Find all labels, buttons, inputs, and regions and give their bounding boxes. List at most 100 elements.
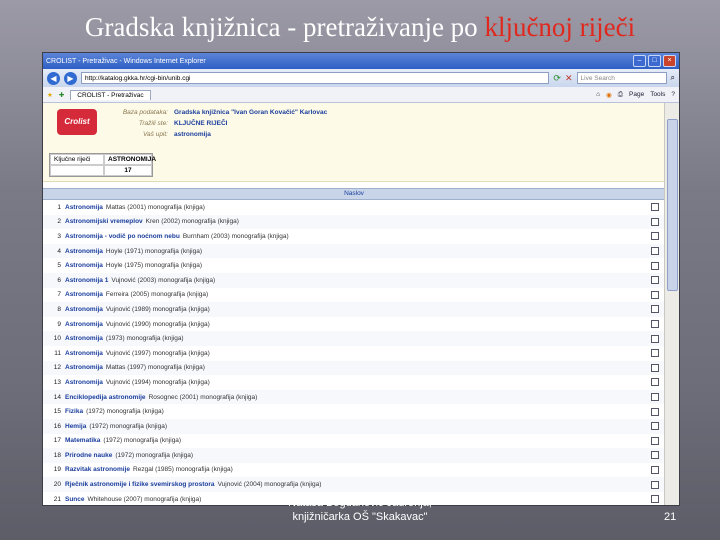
meta-row: Baza podataka: Gradska knjižnica "Ivan Go… (122, 109, 328, 116)
result-checkbox[interactable] (651, 320, 659, 329)
favorites-star-icon[interactable]: ★ (47, 91, 53, 99)
page-content: Crolist Baza podataka: Gradska knjižnica … (43, 103, 665, 505)
result-title-link[interactable]: Astronomija (65, 291, 103, 298)
result-title-link[interactable]: Astronomija (65, 262, 103, 269)
home-icon[interactable]: ⌂ (596, 91, 600, 99)
result-title-link[interactable]: Astronomija (65, 350, 103, 357)
result-number: 19 (53, 466, 61, 474)
result-number: 1 (57, 203, 61, 211)
vertical-scrollbar[interactable] (664, 103, 679, 505)
results-list: 1 Astronomija Mattas (2001) monografija (k… (43, 200, 665, 505)
result-row: 1 Astronomija Mattas (2001) monografija (k… (43, 200, 665, 215)
result-details: Burnham (2003) monografija (knjiga) (182, 232, 289, 240)
result-checkbox[interactable] (651, 203, 659, 212)
result-details: Hoyle (1971) monografija (knjiga) (105, 247, 203, 255)
result-number: 6 (57, 276, 61, 284)
result-checkbox[interactable] (651, 465, 659, 474)
result-checkbox[interactable] (651, 495, 659, 504)
result-title-link[interactable]: Astronomija (65, 364, 103, 371)
result-checkbox[interactable] (651, 393, 659, 402)
result-row: 17 Matematika (1972) monografija (knjiga) (43, 434, 665, 449)
browser-screenshot: CROLIST - Pretraživac - Windows Internet… (42, 52, 680, 506)
crolist-logo: Crolist (57, 109, 97, 135)
result-title-link[interactable]: Astronomija (65, 204, 103, 211)
result-details: Vujnović (1994) monografija (knjiga) (105, 378, 210, 386)
result-checkbox[interactable] (651, 261, 659, 270)
result-checkbox[interactable] (651, 407, 659, 416)
result-checkbox[interactable] (651, 422, 659, 431)
result-title-link[interactable]: Astronomija (65, 335, 103, 342)
result-checkbox[interactable] (651, 480, 659, 489)
footer-author: Nataša Bogdanović Jadronja, (288, 497, 432, 509)
result-details: (1972) monografija (knjiga) (115, 451, 194, 459)
result-title-link[interactable]: Rječnik astronomije i fizike svemirskog … (65, 481, 215, 488)
result-title-link[interactable]: Astronomijski vremeplov (65, 218, 143, 225)
result-details: (1972) monografija (knjiga) (103, 437, 182, 445)
result-row: 6 Astronomija 1 Vujnović (2003) monografij… (43, 272, 665, 288)
result-title-link[interactable]: Enciklopedija astronomije (65, 394, 146, 401)
window-titlebar: CROLIST - Pretraživac - Windows Internet… (43, 53, 679, 69)
result-details: Ferreira (2005) monografija (knjiga) (105, 291, 209, 299)
result-checkbox[interactable] (651, 247, 659, 256)
result-title-link[interactable]: Astronomija (65, 379, 103, 386)
result-checkbox[interactable] (651, 451, 659, 460)
result-details: Hoyle (1975) monografija (knjiga) (105, 262, 203, 270)
result-checkbox[interactable] (651, 305, 659, 314)
result-row: 19 Razvitak astronomije Rezgal (1985) mono… (43, 463, 665, 478)
result-number: 18 (53, 451, 61, 459)
result-row: 11 Astronomija Vujnović (1997) monografija… (43, 346, 665, 361)
result-number: 21 (53, 495, 61, 503)
result-checkbox[interactable] (651, 217, 659, 226)
scrollbar-thumb[interactable] (667, 119, 678, 291)
stop-icon[interactable]: ✕ (565, 73, 573, 84)
result-checkbox[interactable] (651, 276, 659, 285)
result-title-link[interactable]: Fizika (65, 408, 83, 415)
url-input[interactable]: http://katalog.gkka.hr/cgi-bin/unib.cgi (81, 72, 550, 84)
result-details: Vujnović (1997) monografija (knjiga) (105, 349, 210, 357)
refresh-icon[interactable]: ⟳ (553, 73, 561, 84)
tools-menu[interactable]: Tools (650, 91, 665, 99)
result-row: 8 Astronomija Vujnović (1989) monografija … (43, 302, 665, 317)
maximize-icon[interactable]: □ (648, 55, 661, 67)
result-number: 17 (53, 437, 61, 445)
forward-icon[interactable]: ▶ (64, 71, 77, 85)
result-row: 4 Astronomija Hoyle (1971) monografija (kn… (43, 243, 665, 259)
result-title-link[interactable]: Astronomija (65, 321, 103, 328)
result-checkbox[interactable] (651, 232, 659, 241)
result-title-link[interactable]: Astronomija - vodič po noćnom nebu (65, 233, 180, 240)
results-header: Naslov (43, 188, 665, 200)
feeds-icon[interactable]: ◉ (606, 91, 612, 99)
result-checkbox[interactable] (651, 334, 659, 343)
results-header-label[interactable]: Naslov (344, 190, 364, 197)
help-icon[interactable]: ? (671, 91, 675, 99)
minimize-icon[interactable]: – (633, 55, 646, 67)
result-title-link[interactable]: Sunce (65, 496, 85, 503)
result-title-link[interactable]: Hemija (65, 423, 86, 430)
result-title-link[interactable]: Prirodne nauke (65, 452, 112, 459)
add-favorite-icon[interactable]: ✚ (59, 91, 64, 99)
search-input[interactable]: Live Search (576, 72, 667, 84)
result-title-link[interactable]: Astronomija (65, 248, 103, 255)
result-number: 16 (53, 422, 61, 430)
result-checkbox[interactable] (651, 378, 659, 387)
print-icon[interactable]: ⎙ (618, 91, 623, 99)
page-number: 21 (664, 511, 677, 523)
page-menu[interactable]: Page (629, 91, 644, 99)
result-title-link[interactable]: Astronomija 1 (65, 277, 108, 284)
result-details: Mattas (2001) monografija (knjiga) (105, 203, 205, 211)
result-checkbox[interactable] (651, 363, 659, 372)
close-icon[interactable]: × (663, 55, 676, 67)
result-title-link[interactable]: Matematika (65, 437, 100, 444)
result-title-link[interactable]: Razvitak astronomije (65, 466, 130, 473)
tab-crolist[interactable]: CROLIST - Pretraživac (70, 89, 151, 100)
result-checkbox[interactable] (651, 436, 659, 445)
count-value: 17 (104, 165, 152, 176)
keyword-value: ASTRONOMIJA (104, 154, 156, 165)
slide-title-text: Gradska knjižnica - pretraživanje po (84, 12, 485, 42)
back-icon[interactable]: ◀ (47, 71, 60, 85)
result-title-link[interactable]: Astronomija (65, 306, 103, 313)
result-row: 13 Astronomija Vujnović (1994) monografija… (43, 375, 665, 390)
result-checkbox[interactable] (651, 349, 659, 358)
result-checkbox[interactable] (651, 290, 659, 299)
search-icon[interactable]: ⌕ (671, 73, 675, 83)
